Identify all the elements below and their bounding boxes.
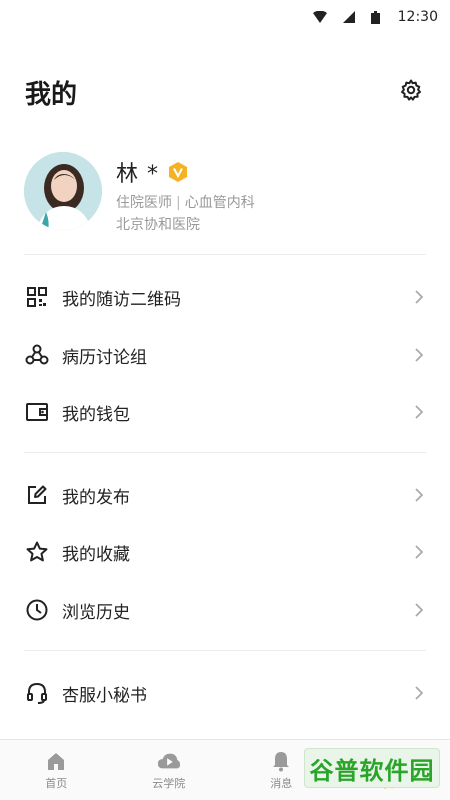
menu-item-case-discussion[interactable]: 病历讨论组 <box>24 333 426 377</box>
verified-badge-icon <box>169 162 187 182</box>
battery-icon <box>370 10 380 24</box>
edit-icon <box>24 482 50 508</box>
divider <box>24 650 426 651</box>
clock-icon <box>24 597 50 623</box>
avatar-image <box>24 152 102 230</box>
chevron-right-icon <box>412 405 426 419</box>
user-position: 住院医师 <box>116 195 172 211</box>
nav-tab-home[interactable]: 首页 <box>0 740 113 800</box>
menu-label: 浏览历史 <box>62 602 130 623</box>
user-title: 住院医师 | 心血管内科 <box>116 192 255 212</box>
menu-label: 我的钱包 <box>62 404 130 425</box>
bell-icon <box>269 749 293 773</box>
menu-item-followup-qr[interactable]: 我的随访二维码 <box>24 275 426 319</box>
status-time: 12:30 <box>397 9 438 25</box>
status-bar: 12:30 <box>0 0 450 34</box>
chevron-right-icon <box>412 603 426 617</box>
settings-button[interactable] <box>397 76 425 104</box>
chevron-right-icon <box>412 545 426 559</box>
signal-icon <box>342 11 355 23</box>
wifi-icon <box>312 11 327 23</box>
user-department: 心血管内科 <box>184 195 255 211</box>
headset-icon <box>24 680 50 706</box>
watermark-logo: 谷普软件园 <box>304 748 440 788</box>
gear-icon <box>401 79 421 101</box>
home-icon <box>44 749 68 773</box>
chevron-right-icon <box>412 686 426 700</box>
nav-label: 云学院 <box>152 777 186 790</box>
chevron-right-icon <box>412 348 426 362</box>
user-hospital: 北京协和医院 <box>116 217 200 233</box>
chevron-right-icon <box>412 488 426 502</box>
header: 我的 <box>25 72 425 112</box>
profile-card[interactable]: 林 * 住院医师 | 心血管内科 北京协和医院 <box>24 152 426 233</box>
nav-label: 首页 <box>45 777 68 790</box>
avatar[interactable] <box>24 152 102 230</box>
molecule-icon <box>24 342 50 368</box>
divider <box>24 452 426 453</box>
menu-item-history[interactable]: 浏览历史 <box>24 588 426 632</box>
nav-label: 消息 <box>270 777 293 790</box>
wallet-icon <box>24 399 50 425</box>
user-name-row: 林 * <box>116 156 189 188</box>
menu-label: 我的收藏 <box>62 544 130 565</box>
user-name: 林 * <box>116 162 159 187</box>
menu-label: 我的发布 <box>62 487 130 508</box>
title-separator: | <box>176 195 181 211</box>
nav-tab-academy[interactable]: 云学院 <box>113 740 226 800</box>
menu-item-favorites[interactable]: 我的收藏 <box>24 530 426 574</box>
menu-item-my-posts[interactable]: 我的发布 <box>24 473 426 517</box>
chevron-right-icon <box>412 290 426 304</box>
divider <box>24 254 426 255</box>
menu-item-assistant[interactable]: 杏服小秘书 <box>24 671 426 715</box>
star-icon <box>24 539 50 565</box>
menu-item-wallet[interactable]: 我的钱包 <box>24 390 426 434</box>
menu-label: 我的随访二维码 <box>62 289 181 310</box>
menu-label: 杏服小秘书 <box>62 685 147 706</box>
qr-code-icon <box>24 284 50 310</box>
menu-label: 病历讨论组 <box>62 347 147 368</box>
cloud-play-icon <box>157 749 181 773</box>
page-title: 我的 <box>25 80 78 110</box>
